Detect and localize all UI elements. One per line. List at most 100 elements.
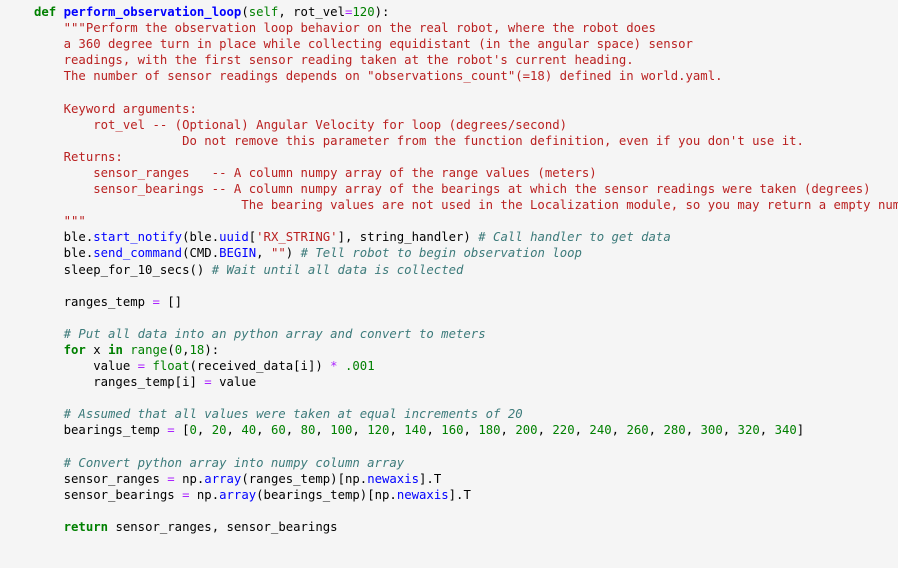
code-token: BEGIN xyxy=(219,246,257,261)
code-token: The number of sensor readings depends on… xyxy=(34,69,723,84)
code-token: newaxis xyxy=(396,487,449,502)
code-token: 20 xyxy=(211,423,227,438)
code-token: float xyxy=(152,359,190,374)
code-token: [ xyxy=(174,423,190,438)
code-token: 140 xyxy=(404,423,427,438)
code-token: readings, with the first sensor reading … xyxy=(34,53,634,68)
code-token: # Wait until all data is collected xyxy=(211,262,464,277)
code-token: , xyxy=(759,423,775,438)
code-line: # Assumed that all values were taken at … xyxy=(34,406,898,422)
code-line: value = float(received_data[i]) * .001 xyxy=(34,358,898,374)
code-token: 320 xyxy=(737,423,760,438)
code-token: # Put all data into an python array and … xyxy=(34,326,486,341)
code-token: , xyxy=(574,423,590,438)
code-token: = xyxy=(152,294,160,309)
code-token: = xyxy=(167,423,175,438)
code-token: , xyxy=(685,423,701,438)
code-token: The bearing values are not used in the L… xyxy=(34,198,898,213)
code-token: ): xyxy=(374,5,390,19)
code-line: Keyword arguments: xyxy=(34,101,898,117)
code-line: sensor_bearings = np.array(bearings_temp… xyxy=(34,487,898,503)
code-token: 240 xyxy=(589,423,612,438)
code-token: 340 xyxy=(774,423,797,438)
code-token: 300 xyxy=(700,423,723,438)
code-token: np. xyxy=(174,471,205,486)
code-line: sensor_bearings -- A column numpy array … xyxy=(34,181,898,197)
code-token: (received_data[i]) xyxy=(189,359,331,374)
code-token: 260 xyxy=(626,423,649,438)
code-token: 'RX_STRING' xyxy=(256,230,338,245)
code-token: 80 xyxy=(300,423,316,438)
code-token: perform_observation_loop xyxy=(63,5,242,19)
code-line: ble.send_command(CMD.BEGIN, "") # Tell r… xyxy=(34,245,898,261)
code-token: (bearings_temp)[np. xyxy=(256,487,397,502)
code-line: Do not remove this parameter from the fu… xyxy=(34,133,898,149)
code-editor-content[interactable]: def perform_observation_loop(self, rot_v… xyxy=(0,4,898,535)
code-token: """ xyxy=(34,214,86,229)
code-token: in xyxy=(108,342,123,357)
code-token: ( xyxy=(241,5,249,19)
code-token: ( xyxy=(167,342,175,357)
code-token: np. xyxy=(189,487,220,502)
code-token: , xyxy=(226,423,242,438)
code-line: sleep_for_10_secs() # Wait until all dat… xyxy=(34,262,898,278)
code-line: """Perform the observation loop behavior… xyxy=(34,20,898,36)
code-line: ranges_temp = [] xyxy=(34,294,898,310)
code-token: ].T xyxy=(419,471,442,486)
code-token: , rot_vel xyxy=(278,5,345,19)
code-token: # Assumed that all values were taken at … xyxy=(34,407,523,422)
code-token: = xyxy=(167,471,175,486)
code-token: 0 xyxy=(174,342,183,357)
code-token: 18 xyxy=(189,342,205,357)
code-token: newaxis xyxy=(367,471,420,486)
code-token: 100 xyxy=(330,423,353,438)
code-token: uuid xyxy=(219,230,249,245)
code-token: , xyxy=(256,246,271,261)
code-token: [] xyxy=(159,294,183,309)
code-line: ble.start_notify(ble.uuid['RX_STRING'], … xyxy=(34,229,898,245)
code-line: """ xyxy=(34,213,898,229)
code-token: , xyxy=(182,342,190,357)
code-token: value xyxy=(34,359,138,374)
code-cell[interactable]: def perform_observation_loop(self, rot_v… xyxy=(0,0,898,568)
code-token: , xyxy=(648,423,664,438)
code-token: , xyxy=(463,423,479,438)
code-token: "" xyxy=(270,246,286,261)
code-token: for xyxy=(63,342,86,357)
code-token: 180 xyxy=(478,423,501,438)
code-line: sensor_ranges -- A column numpy array of… xyxy=(34,165,898,181)
code-line: for x in range(0,18): xyxy=(34,342,898,358)
code-token: 220 xyxy=(552,423,575,438)
code-line: readings, with the first sensor reading … xyxy=(34,52,898,68)
code-token: 120 xyxy=(367,423,390,438)
code-token: 120 xyxy=(352,5,375,19)
code-line: def perform_observation_loop(self, rot_v… xyxy=(34,4,898,20)
code-token: a 360 degree turn in place while collect… xyxy=(34,37,693,52)
code-token: , xyxy=(315,423,331,438)
code-token: # Tell robot to begin observation loop xyxy=(300,246,582,261)
code-token: """Perform the observation loop behavior… xyxy=(34,21,656,36)
code-token: 40 xyxy=(241,423,257,438)
code-line: bearings_temp = [0, 20, 40, 60, 80, 100,… xyxy=(34,422,898,438)
code-token: range xyxy=(130,342,168,357)
code-token: , xyxy=(389,423,405,438)
code-token: , xyxy=(537,423,553,438)
code-token: , xyxy=(285,423,301,438)
code-line: return sensor_ranges, sensor_bearings xyxy=(34,519,898,535)
code-line: The number of sensor readings depends on… xyxy=(34,68,898,84)
code-token: Returns: xyxy=(34,149,123,164)
code-token: (CMD. xyxy=(182,246,220,261)
code-token: 60 xyxy=(270,423,286,438)
code-token: , xyxy=(196,423,212,438)
code-token: value xyxy=(211,375,257,390)
